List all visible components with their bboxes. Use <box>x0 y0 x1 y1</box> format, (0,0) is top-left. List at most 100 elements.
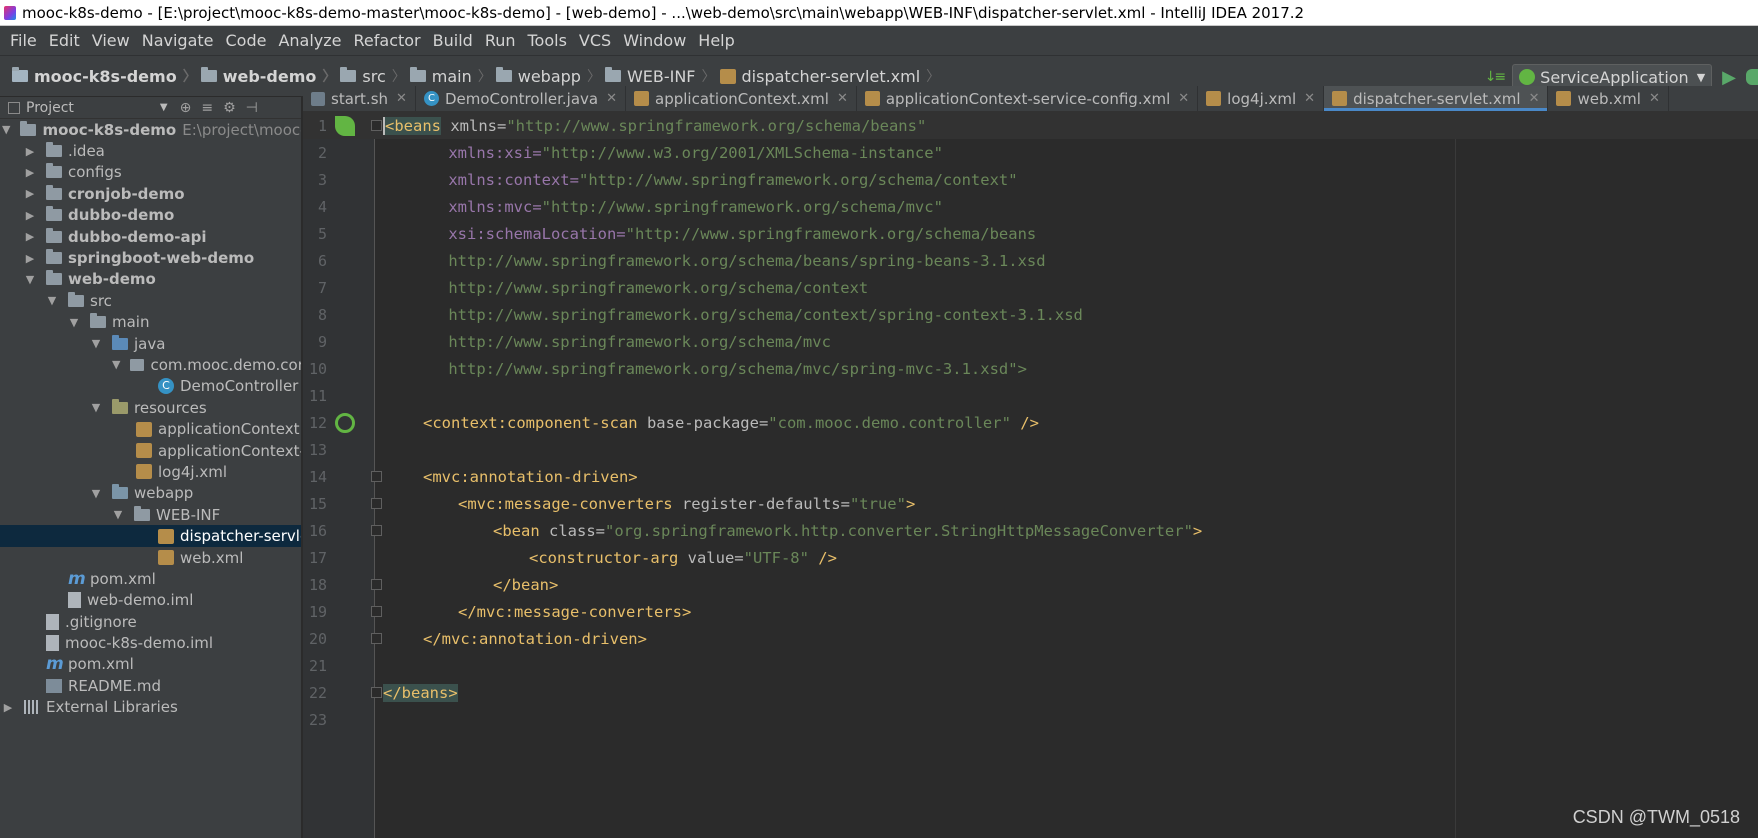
tree-item-applicationcontext-service[interactable]: applicationContext-se <box>0 440 301 461</box>
fold-marker-icon[interactable] <box>371 498 382 509</box>
tab-start-sh[interactable]: start.sh ✕ <box>303 86 416 111</box>
close-icon[interactable]: ✕ <box>1529 91 1540 106</box>
collapsed-arrow-icon[interactable]: ▶ <box>24 145 36 158</box>
code-line[interactable]: 3 xmlns:context="http://www.springframew… <box>303 166 1758 193</box>
tree-item-log4j[interactable]: log4j.xml <box>0 461 301 482</box>
code-line[interactable]: 8 http://www.springframework.org/schema/… <box>303 301 1758 328</box>
collapsed-arrow-icon[interactable]: ▶ <box>24 230 36 243</box>
tree-item-main[interactable]: ▼ main <box>0 312 301 333</box>
code-line[interactable]: 20 </mvc:annotation-driven> <box>303 625 1758 652</box>
tree-item-web-demo-iml[interactable]: web-demo.iml <box>0 590 301 611</box>
tree-item-package[interactable]: ▼ com.mooc.demo.cont <box>0 354 301 375</box>
code-line[interactable]: 13 <box>303 436 1758 463</box>
expanded-arrow-icon[interactable]: ▼ <box>68 316 80 329</box>
close-icon[interactable]: ✕ <box>1178 91 1189 106</box>
spring-context-icon[interactable] <box>335 116 355 136</box>
expanded-arrow-icon[interactable]: ▼ <box>90 401 102 414</box>
tree-item-web-xml[interactable]: web.xml <box>0 547 301 568</box>
code-line[interactable]: 23 <box>303 706 1758 733</box>
menu-analyze[interactable]: Analyze <box>272 31 347 50</box>
code-line[interactable]: 4 xmlns:mvc="http://www.springframework.… <box>303 193 1758 220</box>
component-scan-icon[interactable] <box>335 413 355 433</box>
tree-item-external-libraries[interactable]: ▶ External Libraries <box>0 697 301 718</box>
breadcrumb-main[interactable]: main 〉 <box>409 66 492 86</box>
fold-marker-icon[interactable] <box>371 606 382 617</box>
tab-dispatcher-servlet[interactable]: dispatcher-servlet.xml ✕ <box>1324 86 1549 111</box>
close-icon[interactable]: ✕ <box>837 91 848 106</box>
expanded-arrow-icon[interactable]: ▼ <box>24 273 36 286</box>
tree-item-dispatcher-servlet[interactable]: dispatcher-servlet. <box>0 525 301 547</box>
tree-item-mooc-k8s-demo[interactable]: ▼ mooc-k8s-demo E:\project\mooc-k8s- <box>0 119 301 140</box>
code-line[interactable]: 19 </mvc:message-converters> <box>303 598 1758 625</box>
tree-item-pom-web-demo[interactable]: m pom.xml <box>0 568 301 589</box>
code-line[interactable]: 21 <box>303 652 1758 679</box>
menu-tools[interactable]: Tools <box>522 31 573 50</box>
tab-democontroller[interactable]: C DemoController.java ✕ <box>416 86 627 111</box>
menu-code[interactable]: Code <box>220 31 273 50</box>
menu-build[interactable]: Build <box>427 31 479 50</box>
tree-item-web-demo[interactable]: ▼ web-demo <box>0 269 301 290</box>
code-line[interactable]: 9 http://www.springframework.org/schema/… <box>303 328 1758 355</box>
gear-icon[interactable]: ⚙ <box>223 100 236 116</box>
breadcrumb-web-inf[interactable]: WEB-INF 〉 <box>604 66 716 86</box>
scroll-from-source-icon[interactable]: ⊕ <box>180 100 192 116</box>
collapse-all-icon[interactable]: ≡ <box>201 100 213 116</box>
code-line[interactable]: 10 http://www.springframework.org/schema… <box>303 355 1758 382</box>
run-icon[interactable]: ▶ <box>1722 67 1736 88</box>
code-line[interactable]: 6 http://www.springframework.org/schema/… <box>303 247 1758 274</box>
fold-marker-icon[interactable] <box>371 579 382 590</box>
tree-item-dubbo-demo[interactable]: ▶ dubbo-demo <box>0 205 301 226</box>
tree-item-democontroller[interactable]: C DemoController <box>0 376 301 397</box>
code-line[interactable]: 15 <mvc:message-converters register-defa… <box>303 490 1758 517</box>
tab-applicationcontext-service-config[interactable]: applicationContext-service-config.xml ✕ <box>857 86 1199 111</box>
fold-marker-icon[interactable] <box>371 633 382 644</box>
close-icon[interactable]: ✕ <box>1304 91 1315 106</box>
menu-help[interactable]: Help <box>692 31 740 50</box>
code-line[interactable]: 16 <bean class="org.springframework.http… <box>303 517 1758 544</box>
collapsed-arrow-icon[interactable]: ▶ <box>24 252 36 265</box>
menu-vcs[interactable]: VCS <box>573 31 617 50</box>
tree-item-mooc-k8s-demo-iml[interactable]: mooc-k8s-demo.iml <box>0 632 301 653</box>
breadcrumb-src[interactable]: src 〉 <box>340 66 406 86</box>
tree-item-applicationcontext[interactable]: applicationContext.xm <box>0 418 301 439</box>
breadcrumb-project[interactable]: mooc-k8s-demo 〉 <box>12 66 197 86</box>
expanded-arrow-icon[interactable]: ▼ <box>90 487 102 500</box>
build-sort-icon[interactable]: ↓≡ <box>1485 69 1507 85</box>
menu-file[interactable]: File <box>4 31 43 50</box>
code-line[interactable]: 22 </beans> <box>303 679 1758 706</box>
code-line[interactable]: 17 <constructor-arg value="UTF-8" /> <box>303 544 1758 571</box>
tab-applicationcontext[interactable]: applicationContext.xml ✕ <box>626 86 857 111</box>
breadcrumb-webapp[interactable]: webapp 〉 <box>495 66 601 86</box>
tab-web-xml[interactable]: web.xml ✕ <box>1548 86 1669 111</box>
code-line[interactable]: 11 <box>303 382 1758 409</box>
tree-item-resources[interactable]: ▼ resources <box>0 397 301 418</box>
menu-window[interactable]: Window <box>617 31 692 50</box>
code-editor[interactable]: 1 <beans xmlns="http://www.springframewo… <box>303 112 1758 838</box>
tree-item-dubbo-demo-api[interactable]: ▶ dubbo-demo-api <box>0 226 301 247</box>
debug-icon[interactable] <box>1746 69 1758 85</box>
fold-marker-icon[interactable] <box>371 687 382 698</box>
fold-marker-icon[interactable] <box>371 525 382 536</box>
tree-item-pom-root[interactable]: m pom.xml <box>0 654 301 675</box>
collapsed-arrow-icon[interactable]: ▶ <box>24 187 36 200</box>
tree-item-readme[interactable]: README.md <box>0 675 301 696</box>
menu-view[interactable]: View <box>86 31 136 50</box>
fold-marker-icon[interactable] <box>371 120 382 131</box>
code-line[interactable]: 12 <context:component-scan base-package=… <box>303 409 1758 436</box>
expanded-arrow-icon[interactable]: ▼ <box>112 508 124 521</box>
tree-item-idea[interactable]: ▶ .idea <box>0 140 301 161</box>
breadcrumb-file[interactable]: dispatcher-servlet.xml 〉 <box>719 66 940 86</box>
tree-item-src[interactable]: ▼ src <box>0 290 301 311</box>
tree-item-cronjob-demo[interactable]: ▶ cronjob-demo <box>0 183 301 204</box>
breadcrumb-module[interactable]: web-demo 〉 <box>200 66 336 86</box>
menu-edit[interactable]: Edit <box>43 31 86 50</box>
chevron-down-icon[interactable]: ▼ <box>160 102 168 113</box>
menu-refactor[interactable]: Refactor <box>348 31 427 50</box>
tree-item-configs[interactable]: ▶ configs <box>0 162 301 183</box>
menu-navigate[interactable]: Navigate <box>136 31 220 50</box>
tree-item-web-inf[interactable]: ▼ WEB-INF <box>0 504 301 525</box>
code-line[interactable]: 18 </bean> <box>303 571 1758 598</box>
code-line[interactable]: 5 xsi:schemaLocation="http://www.springf… <box>303 220 1758 247</box>
code-line[interactable]: 1 <beans xmlns="http://www.springframewo… <box>303 112 1758 139</box>
tree-item-webapp[interactable]: ▼ webapp <box>0 483 301 504</box>
